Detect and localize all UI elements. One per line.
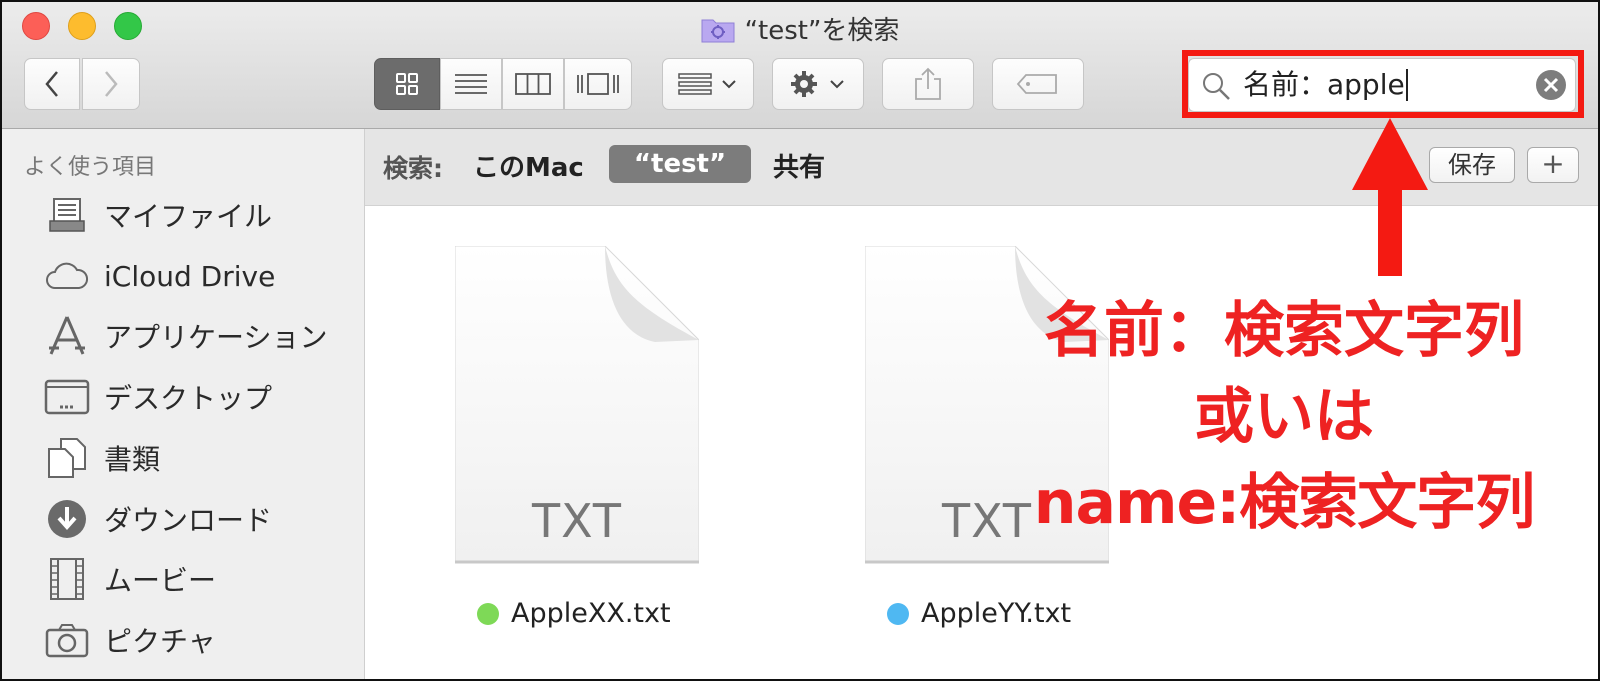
forward-button[interactable] [82, 58, 140, 110]
sidebar: よく使う項目 マイファイル iCloud Drive アプリケーション デスクト… [2, 129, 365, 679]
desktop-icon [42, 375, 92, 419]
annotation-arrow-icon [1352, 118, 1428, 276]
share-button[interactable] [882, 58, 974, 110]
add-criteria-button[interactable]: + [1527, 147, 1579, 183]
sidebar-item-desktop[interactable]: デスクトップ [2, 369, 364, 425]
sidebar-item-downloads[interactable]: ダウンロード [2, 491, 364, 547]
sidebar-item-label: デスクトップ [104, 382, 273, 415]
list-view-button[interactable] [440, 58, 502, 110]
icon-view-button[interactable] [374, 58, 440, 110]
sidebar-item-movies[interactable]: ムービー [2, 551, 364, 607]
applications-icon [42, 314, 92, 358]
sidebar-item-label: 書類 [104, 443, 161, 476]
file-name-label: AppleYY.txt [921, 598, 1072, 629]
file-name: AppleYY.txt [887, 598, 1071, 629]
search-icon [1203, 73, 1230, 100]
sidebar-item-all-my-files[interactable]: マイファイル [2, 187, 364, 243]
search-input[interactable]: 名前：apple [1243, 69, 1408, 101]
sidebar-item-applications[interactable]: アプリケーション [2, 308, 364, 364]
sidebar-item-pictures[interactable]: ピクチャ [2, 612, 364, 668]
all-my-files-icon [42, 193, 92, 237]
sidebar-item-label: iCloud Drive [104, 259, 276, 293]
pictures-icon [42, 618, 92, 662]
sidebar-item-label: マイファイル [104, 200, 273, 233]
annotation-line-3: name:検索文字列 [1033, 468, 1535, 538]
finder-window: “test”を検索 名前：apple よく使う項目 マイファイル iCloud … [0, 0, 1600, 681]
cover-flow-icon [577, 73, 619, 95]
file-name-label: AppleXX.txt [511, 598, 671, 629]
columns-icon [515, 73, 551, 95]
action-button[interactable] [772, 58, 864, 110]
annotation-line-1: 名前：検索文字列 [1044, 296, 1524, 366]
scope-label: 検索: [383, 154, 443, 183]
chevron-left-icon [45, 71, 58, 97]
movies-icon [42, 557, 92, 601]
sidebar-item-label: ムービー [104, 564, 217, 597]
smart-folder-icon [701, 15, 735, 50]
column-view-button[interactable] [502, 58, 564, 110]
file-item[interactable]: TXT AppleXX.txt [447, 238, 707, 638]
file-name: AppleXX.txt [477, 598, 671, 629]
back-button[interactable] [24, 58, 80, 110]
scope-shared[interactable]: 共有 [773, 147, 825, 184]
icloud-icon [42, 254, 92, 298]
sidebar-item-label: ピクチャ [104, 625, 216, 658]
search-field[interactable]: 名前：apple [1188, 58, 1576, 112]
tag-green-icon [477, 602, 499, 625]
window-title: “test”を検索 [744, 16, 900, 46]
clear-search-icon[interactable] [1535, 69, 1567, 101]
window-title-bar: “test”を検索 [2, 10, 1598, 50]
downloads-icon [42, 497, 92, 541]
tag-icon [1016, 74, 1057, 94]
list-icon [455, 74, 487, 94]
arrange-icon [678, 73, 736, 95]
toolbar: “test”を検索 名前：apple [2, 2, 1598, 129]
scope-current-folder[interactable]: “test” [609, 145, 751, 183]
annotation-line-2: 或いは [1194, 382, 1374, 452]
gear-icon [791, 71, 844, 97]
scope-this-mac[interactable]: このMac [473, 147, 584, 184]
file-extension-label: TXT [532, 494, 622, 548]
tag-button[interactable] [992, 58, 1084, 110]
sidebar-heading: よく使う項目 [24, 155, 157, 180]
save-search-button[interactable]: 保存 [1429, 147, 1515, 183]
sidebar-item-documents[interactable]: 書類 [2, 430, 364, 486]
sidebar-item-icloud-drive[interactable]: iCloud Drive [2, 248, 364, 304]
documents-icon [42, 436, 92, 480]
arrange-button[interactable] [662, 58, 754, 110]
sidebar-item-label: アプリケーション [104, 321, 328, 354]
sidebar-item-label: ダウンロード [104, 504, 273, 537]
cover-flow-view-button[interactable] [564, 58, 632, 110]
grid-icon [396, 73, 418, 95]
chevron-right-icon [105, 71, 118, 97]
tag-blue-icon [887, 602, 909, 625]
share-icon [915, 67, 941, 100]
